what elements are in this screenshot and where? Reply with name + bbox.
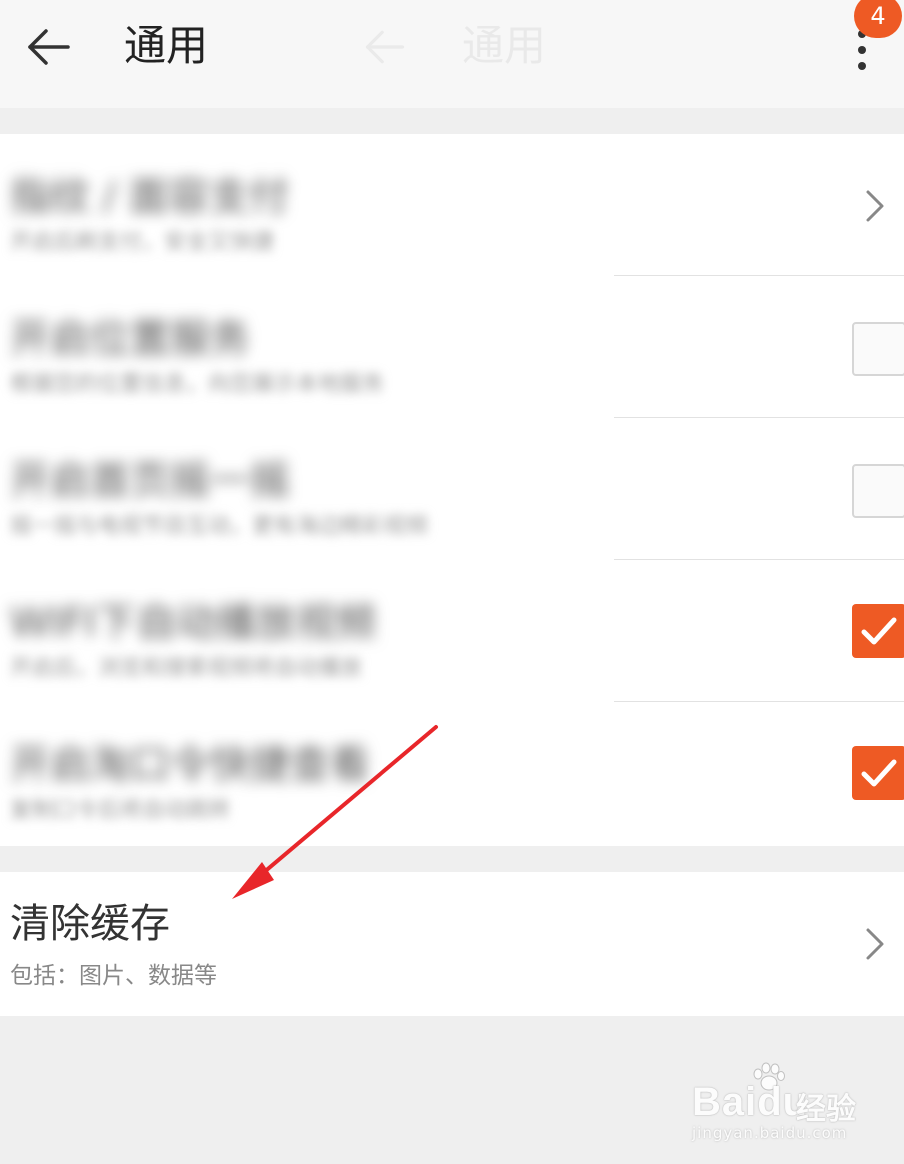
settings-page: 通用 通用 4 指纹 / 面容支付 开启后刷支付，安全又快捷 开启位置服务 根据… (0, 0, 904, 1164)
chevron-right-icon (866, 190, 884, 222)
row-title: 开启位置服务 (10, 316, 250, 362)
watermark-logo: Baidu (692, 1080, 809, 1124)
arrow-left-icon (28, 29, 70, 65)
row-subtitle: 复制口令后将自动跳转 (10, 798, 231, 823)
row-subtitle: 开启后刷支付，安全又快捷 (10, 230, 275, 255)
clear-cache-row[interactable]: 清除缓存 包括：图片、数据等 (0, 872, 904, 1016)
row-title: 开启首页摇一摇 (10, 458, 290, 504)
settings-row-shake[interactable]: 开启首页摇一摇 摇一摇与电视节目互动，更有海边精彩视频 (0, 418, 904, 560)
watermark-logo-suffix: 经验 (796, 1092, 856, 1127)
ghost-arrow-left-icon (362, 24, 408, 70)
check-icon (861, 759, 897, 787)
chevron-right-icon (866, 928, 884, 960)
settings-card: 指纹 / 面容支付 开启后刷支付，安全又快捷 开启位置服务 根据您的位置信息，向… (0, 134, 904, 846)
back-button[interactable] (24, 22, 74, 72)
row-subtitle: 根据您的位置信息，向您展示本地服务 (10, 372, 385, 397)
clear-cache-title: 清除缓存 (10, 901, 170, 947)
check-icon (861, 617, 897, 645)
row-subtitle: 开启后，浏览和搜索视频将自动播放 (10, 656, 363, 681)
notification-badge: 4 (854, 0, 902, 38)
ghost-page-title: 通用 (462, 21, 547, 70)
watermark-url: jingyan.baidu.com (692, 1124, 848, 1142)
row-subtitle: 摇一摇与电视节目互动，更有海边精彩视频 (10, 514, 429, 539)
shake-checkbox[interactable] (852, 464, 904, 518)
top-bar: 通用 通用 4 (0, 0, 904, 108)
location-checkbox[interactable] (852, 322, 904, 376)
settings-row-fingerprint-pay[interactable]: 指纹 / 面容支付 开启后刷支付，安全又快捷 (0, 134, 904, 276)
page-title: 通用 (124, 21, 209, 70)
row-title: 指纹 / 面容支付 (10, 174, 289, 220)
clear-cache-subtitle: 包括：图片、数据等 (10, 963, 217, 989)
settings-row-wifi-autoplay[interactable]: WIFI下自动播放视频 开启后，浏览和搜索视频将自动播放 (0, 560, 904, 702)
row-title: 开启淘口令快捷查看 (10, 742, 370, 788)
baidu-jingyan-watermark: Baidu 经验 jingyan.baidu.com (692, 1062, 892, 1144)
settings-row-location[interactable]: 开启位置服务 根据您的位置信息，向您展示本地服务 (0, 276, 904, 418)
taokouling-checkbox[interactable] (852, 746, 904, 800)
settings-row-taokouling[interactable]: 开启淘口令快捷查看 复制口令后将自动跳转 (0, 702, 904, 844)
wifi-autoplay-checkbox[interactable] (852, 604, 904, 658)
row-title: WIFI下自动播放视频 (10, 600, 377, 646)
